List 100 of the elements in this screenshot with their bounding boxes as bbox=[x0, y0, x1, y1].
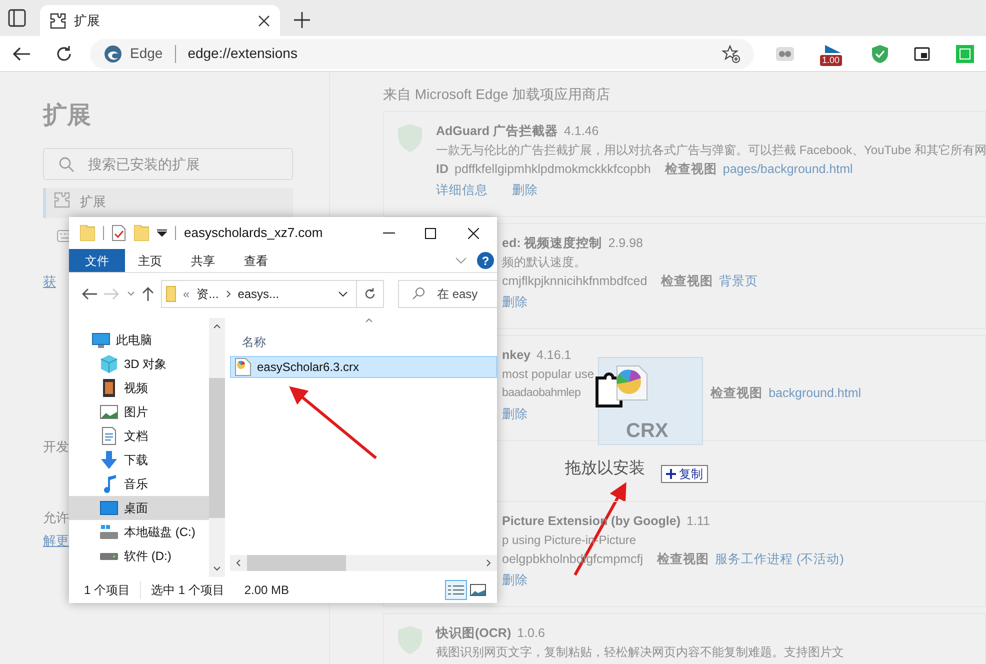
search-field[interactable]: 搜索已安装的扩展 bbox=[43, 148, 293, 180]
desktop-icon bbox=[100, 501, 118, 515]
refresh-icon bbox=[364, 288, 376, 300]
extension-id: cmjflkpjknnicihkfnmbdfced bbox=[502, 273, 648, 290]
search-icon bbox=[412, 286, 425, 300]
minimize-icon[interactable] bbox=[383, 232, 395, 234]
picture-in-picture-icon[interactable] bbox=[914, 46, 930, 60]
properties-icon[interactable] bbox=[112, 225, 126, 241]
up-icon[interactable] bbox=[142, 286, 154, 301]
scroll-up-icon[interactable] bbox=[213, 324, 221, 329]
scrollbar-thumb[interactable] bbox=[247, 555, 346, 571]
close-icon[interactable] bbox=[468, 228, 479, 238]
shield-icon bbox=[398, 124, 422, 152]
navigation-item[interactable]: 本地磁盘 (C:) bbox=[69, 520, 209, 544]
extension-name: AdGuard 广告拦截器 bbox=[436, 123, 558, 140]
folder-icon bbox=[166, 286, 176, 302]
navigation-item[interactable]: 音乐 bbox=[69, 472, 209, 496]
version-text: 1.0.6 bbox=[517, 625, 545, 642]
film-icon bbox=[100, 379, 118, 397]
section-heading: 来自 Microsoft Edge 加载项应用商店 bbox=[383, 85, 610, 104]
scroll-left-icon[interactable] bbox=[236, 559, 241, 567]
address-bar[interactable]: Edge edge://extensions bbox=[90, 38, 754, 68]
sort-ascending-icon bbox=[365, 318, 373, 323]
text-fragment: 开发 bbox=[43, 438, 69, 456]
dropdown-icon[interactable] bbox=[157, 229, 167, 237]
flag-icon bbox=[825, 44, 841, 52]
ribbon-tab[interactable]: 文件 bbox=[69, 249, 125, 272]
music-note-icon bbox=[101, 475, 117, 493]
address-field[interactable]: « 资... easys... bbox=[161, 280, 357, 308]
ribbon-tab[interactable]: 共享 bbox=[175, 249, 231, 272]
status-text: 选中 1 个项目 bbox=[151, 582, 226, 599]
scroll-right-icon[interactable] bbox=[486, 559, 491, 567]
plus-icon bbox=[666, 469, 676, 479]
dropdown-icon[interactable] bbox=[338, 290, 348, 296]
status-text: 1 个项目 bbox=[84, 581, 142, 599]
help-button[interactable]: ? bbox=[477, 252, 494, 269]
breadcrumb-item[interactable]: « bbox=[183, 284, 190, 302]
copy-cursor-badge: 复制 bbox=[661, 465, 708, 483]
maximize-icon[interactable] bbox=[425, 228, 436, 238]
extension-name: nkey bbox=[502, 347, 530, 364]
window-title: easyscholards_xz7.com bbox=[184, 224, 324, 242]
expand-ribbon-icon[interactable] bbox=[455, 257, 467, 264]
id-label: ID bbox=[436, 161, 448, 178]
horizontal-scrollbar[interactable] bbox=[230, 555, 497, 571]
status-text: 2.00 MB bbox=[244, 582, 290, 599]
scroll-down-icon[interactable] bbox=[213, 566, 221, 571]
inspect-label: 检查视图 bbox=[657, 551, 710, 568]
navigation-item[interactable]: 文档 bbox=[69, 424, 209, 448]
tab-actions-icon[interactable] bbox=[8, 9, 26, 27]
navigation-item[interactable]: 视频 bbox=[69, 376, 209, 400]
shield-icon bbox=[398, 626, 422, 654]
shield-check-icon[interactable] bbox=[872, 44, 888, 62]
file-row[interactable]: easyScholar6.3.crx bbox=[230, 356, 497, 378]
breadcrumb-item[interactable]: easys... bbox=[238, 284, 280, 302]
browser-tab[interactable]: 扩展 bbox=[40, 5, 280, 36]
version-text: 4.16.1 bbox=[536, 347, 572, 364]
inspect-label: 检查视图 bbox=[664, 161, 717, 178]
version-text: 1.11 bbox=[686, 513, 710, 530]
details-list-icon bbox=[448, 585, 464, 595]
navigation-item[interactable]: 此电脑 bbox=[69, 328, 209, 352]
description-text: 频的默认速度。 bbox=[502, 254, 586, 271]
site-label: Edge bbox=[130, 44, 163, 63]
inspect-label: 检查视图 bbox=[710, 385, 763, 402]
vertical-scrollbar[interactable] bbox=[209, 318, 225, 577]
add-favorite-icon[interactable] bbox=[722, 44, 740, 62]
back-icon[interactable] bbox=[12, 46, 30, 60]
refresh-button[interactable] bbox=[356, 280, 384, 308]
navigation-item[interactable]: 下载 bbox=[69, 448, 209, 472]
close-icon[interactable] bbox=[258, 14, 270, 26]
extension-id: pdffkfellgipmhklpdmokmckkkfcopbh bbox=[454, 161, 651, 178]
recent-locations-icon[interactable] bbox=[127, 291, 135, 296]
navigation-item[interactable]: 桌面 bbox=[69, 496, 209, 520]
scrollbar-thumb[interactable] bbox=[209, 378, 225, 518]
version-text: 2.9.98 bbox=[608, 235, 643, 252]
picture-icon bbox=[470, 584, 486, 596]
description-text: 一款无与伦比的广告拦截扩展，用以对抗各式广告与弹窗。可以拦截 Facebook、YouTube 和其它所有网 bbox=[436, 142, 986, 159]
folder-icon bbox=[80, 225, 95, 241]
drive-icon bbox=[100, 552, 118, 560]
description-text: 截图识别网页文字，复制粘贴，轻松解决网页内容不能复制难题。支持图片文 bbox=[436, 644, 844, 661]
breadcrumb-item[interactable]: 资... bbox=[196, 284, 219, 302]
navigation-item[interactable]: 图片 bbox=[69, 400, 209, 424]
circles-extension-icon[interactable] bbox=[776, 46, 794, 60]
details-view-button[interactable] bbox=[445, 580, 467, 600]
ribbon-tab[interactable]: 查看 bbox=[228, 249, 284, 272]
file-type-label: CRX bbox=[626, 420, 668, 442]
ribbon-tab[interactable]: 主页 bbox=[122, 249, 178, 272]
drive-icon bbox=[100, 525, 118, 539]
version-text: 4.1.46 bbox=[564, 123, 599, 140]
column-header[interactable]: 名称 bbox=[242, 335, 266, 349]
document-icon bbox=[100, 427, 118, 445]
page-title: 扩展 bbox=[43, 102, 91, 130]
search-field[interactable]: 在 easy bbox=[398, 280, 497, 308]
flag-extension-icon[interactable]: 1.00 bbox=[820, 40, 846, 68]
new-tab-icon[interactable] bbox=[294, 12, 310, 28]
navigation-item[interactable]: 软件 (D:) bbox=[69, 544, 209, 568]
navigation-item[interactable]: 3D 对象 bbox=[69, 352, 209, 376]
back-icon[interactable] bbox=[81, 288, 97, 300]
monitor-icon bbox=[92, 332, 110, 348]
refresh-icon[interactable] bbox=[56, 46, 72, 62]
speed-badge: 1.00 bbox=[820, 54, 842, 66]
